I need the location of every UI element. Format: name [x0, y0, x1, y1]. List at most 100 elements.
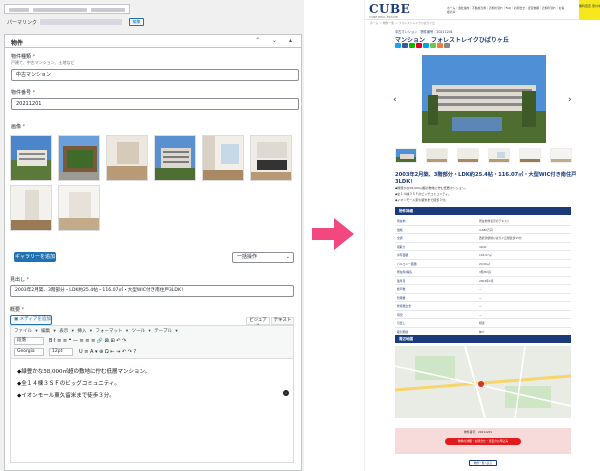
surrounding-map[interactable]: [395, 346, 571, 418]
gallery-thumb[interactable]: [10, 135, 52, 181]
overview-editor: ▣ メディアを追加 ビジュアル テキスト ファイル ▾ 編集 ▾ 表示 ▾ 挿入…: [10, 313, 294, 463]
permalink-edit-button[interactable]: 編集: [129, 18, 144, 26]
editor-content-area[interactable]: ◆緑豊かな58,000㎡超の敷地に佇む低層マンション。 ◆全１４棟３ＳＦのビッグ…: [10, 359, 294, 463]
row-value: 116.07㎡: [479, 253, 492, 257]
overview-line: ◆全１４棟３ＳＦのビッグコミュニティ。: [395, 192, 452, 196]
table-row: 現況 —: [395, 311, 571, 319]
gallery-thumb[interactable]: [154, 135, 196, 181]
inquiry-button[interactable]: 物件の詳細・お問合せ・査定のお申込み: [445, 438, 521, 445]
font-size-select[interactable]: 12pt: [49, 348, 73, 356]
interior-photo-icon: [251, 136, 291, 180]
row-key: 所在階/構造: [397, 270, 412, 274]
row-value: 仲介: [479, 329, 485, 334]
building-photo-icon: [155, 136, 195, 180]
row-value: 4,680万円: [479, 227, 493, 232]
tab-visual[interactable]: ビジュアル: [246, 317, 270, 329]
toolbar-row-1[interactable]: B I ≡ ≡ ❝ — ≡ ≡ ≡ 🔗 ⊠ ⊞ ↶ ↷: [49, 338, 126, 344]
format-select[interactable]: 段落: [14, 337, 44, 345]
tab-text[interactable]: テキスト: [271, 317, 294, 325]
row-value: 3階/RC造: [479, 270, 492, 274]
interior-photo-icon: [203, 136, 243, 180]
heading-label: 見出し *: [10, 276, 29, 283]
site-logo[interactable]: CUBE: [369, 2, 410, 16]
interior-photo-icon: [551, 149, 571, 162]
photo-thumbnail-strip: [395, 148, 577, 164]
property-number-label: 物件番号 *: [11, 89, 35, 96]
hatena-icon[interactable]: [423, 43, 429, 48]
photo-thumb[interactable]: [519, 148, 541, 163]
building-photo-icon: [59, 136, 99, 180]
building-photo-icon: [422, 55, 546, 143]
facebook-icon[interactable]: [402, 43, 408, 48]
help-icon[interactable]: ›: [283, 390, 289, 396]
rss-icon[interactable]: [437, 43, 443, 48]
photo-thumb[interactable]: [488, 148, 510, 163]
twitter-icon[interactable]: [395, 43, 401, 48]
inquiry-cta-box: 物件番号：20211201 物件の詳細・お問合せ・査定のお申込み: [395, 428, 571, 454]
gallery-thumb[interactable]: [10, 185, 52, 231]
overview-line: ◆イオンモール東久留米まで徒歩３分。: [395, 198, 449, 202]
photo-thumb[interactable]: [550, 148, 572, 163]
interior-photo-icon: [520, 149, 540, 162]
editor-menubar[interactable]: ファイル ▾ 編集 ▾ 表示 ▾ 挿入 ▾ フォーマット ▾ ツール ▾ テーブ…: [14, 328, 178, 334]
table-row: 引渡し 相談: [395, 319, 571, 328]
font-family-select[interactable]: Georgia: [14, 348, 44, 356]
site-nav[interactable]: ホーム｜会社案内｜不動産売却｜売却の流れ｜FAQ｜お問合せ｜査定依頼｜売却の流れ…: [447, 6, 565, 14]
overview-label: 概要 *: [10, 306, 24, 313]
row-value: —: [479, 304, 482, 308]
permalink-url[interactable]: [40, 19, 122, 25]
line-icon[interactable]: [409, 43, 415, 48]
chevron-down-icon: ⌄: [285, 254, 290, 260]
overview-line: ◆緑豊かな58,000㎡超の敷地に佇む低層マンション。: [395, 186, 468, 190]
interior-photo-icon: [489, 149, 509, 162]
site-header: CUBE CUBE REAL ESTATE ホーム｜会社案内｜不動産売却｜売却の…: [365, 0, 600, 20]
breadcrumb[interactable]: ホーム ＞ 物件一覧 ＞ フォレストレイクひばりヶ丘: [370, 21, 435, 25]
photo-thumb[interactable]: [457, 148, 479, 163]
chevron-right-icon[interactable]: ›: [568, 95, 572, 105]
right-arrow-icon: [312, 218, 354, 250]
table-row: 総戸数 —: [395, 285, 571, 294]
row-key: 築年月: [397, 278, 406, 283]
back-to-list-button[interactable]: 物件一覧へ戻る: [469, 460, 497, 466]
feedly-icon[interactable]: [430, 43, 436, 48]
add-to-gallery-button[interactable]: ギャラリーを追加: [14, 252, 56, 262]
label-text: 物件番号: [11, 90, 32, 96]
photo-thumb[interactable]: [395, 148, 417, 163]
cta-property-number: 物件番号：20211201: [464, 430, 493, 434]
post-title-input[interactable]: [4, 4, 130, 14]
heading-input[interactable]: 2003年2月築、3階部分・LDK約25.4帖・116.07㎡・大型WIC付き南…: [10, 285, 294, 297]
permalink-label: パーマリンク: [7, 20, 38, 26]
interior-photo-icon: [458, 149, 478, 162]
table-row: 間取り 3LDK: [395, 243, 571, 251]
content-line: ◆全１４棟３ＳＦのビッグコミュニティ。: [17, 381, 120, 387]
metabox-title: 物件: [11, 40, 24, 47]
gallery-thumb[interactable]: [202, 135, 244, 181]
wp-editor-panel: パーマリンク 編集 物件 ⌃ ⌄ ▴ 物件種類 * 戸建て、中古マンション、土地…: [0, 0, 304, 471]
property-type-label: 物件種類 *: [11, 53, 35, 60]
toolbar-row-2[interactable]: U ≡ A ▾ ⊕ Ω ⇤ ⇥ ↶ ↷ ?: [79, 349, 136, 355]
row-value: 西武池袋線ひばりヶ丘駅徒歩15分: [479, 236, 522, 240]
gallery-thumb[interactable]: [106, 135, 148, 181]
property-type-input[interactable]: 中古マンション: [11, 69, 299, 81]
gallery-thumb[interactable]: [250, 135, 292, 181]
add-media-button[interactable]: ▣ メディアを追加: [10, 315, 52, 325]
property-type-description: 戸建て、中古マンション、土地など: [11, 60, 75, 65]
bulk-actions-select[interactable]: 一括操作 ⌄: [232, 252, 294, 263]
pinterest-icon[interactable]: [416, 43, 422, 48]
chevron-left-icon[interactable]: ‹: [393, 95, 397, 105]
main-property-photo: [422, 55, 546, 143]
row-key: 修繕積立金: [397, 304, 411, 308]
blurred-text: [91, 8, 125, 12]
property-number-input[interactable]: 20211201: [11, 98, 299, 110]
assessment-banner[interactable]: 無料査定 受付中: [579, 0, 600, 20]
gallery-thumb[interactable]: [58, 135, 100, 181]
metabox-controls[interactable]: ⌃ ⌄ ▴: [255, 37, 297, 44]
row-value: 相談: [479, 321, 485, 325]
gallery-thumb[interactable]: [58, 185, 100, 231]
table-row: 修繕積立金 —: [395, 302, 571, 311]
copy-link-icon[interactable]: [444, 43, 450, 48]
blurred-text: [9, 8, 29, 12]
row-key: バルコニー面積: [397, 261, 417, 266]
photo-thumb[interactable]: [426, 148, 448, 163]
table-row: 所在階/構造 3階/RC造: [395, 268, 571, 277]
